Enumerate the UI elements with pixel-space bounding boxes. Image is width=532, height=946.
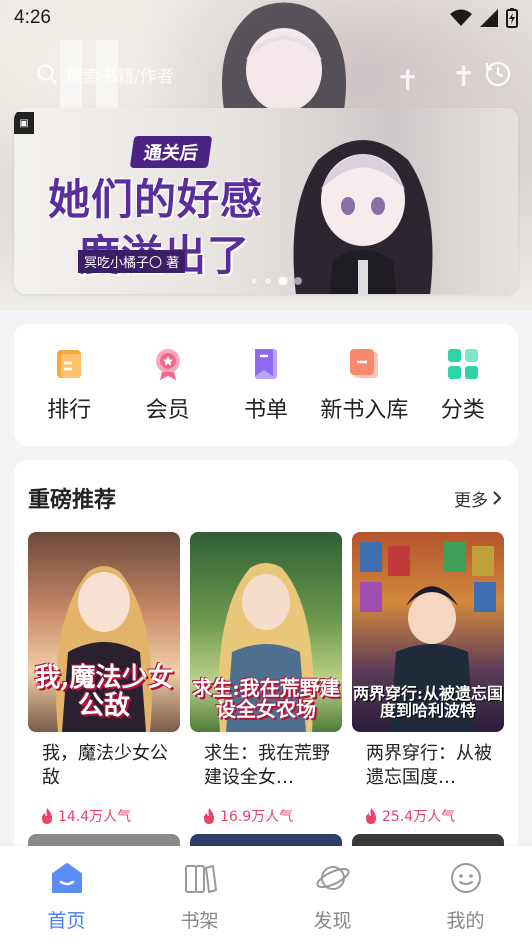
nav-label: 我的 [446,910,485,932]
chevron-right-icon [493,491,502,505]
more-link[interactable]: 更多 [454,486,504,511]
search-icon [37,64,58,85]
popularity-value: 14.4万人气 [58,809,132,825]
fire-icon [42,808,52,824]
quick-item-vip[interactable]: 会员 [123,346,213,424]
book-cover-title: 我,魔法少女公敌 [34,663,174,721]
battery-icon [506,8,518,28]
search-input[interactable]: 搜索书籍/作者 [26,62,174,87]
category-icon [447,349,478,379]
history-button[interactable] [480,56,516,92]
book-cover-title: 求生:我在荒野建设全女农场 [192,676,340,721]
book-cover: 我,魔法少女公敌 [28,532,180,732]
booklist-icon [254,349,277,379]
fire-icon [204,808,214,824]
profile-icon [450,863,481,893]
book-popularity: 14.4万人气 [28,806,180,826]
section-title: 重磅推荐 [28,488,117,513]
cellular-signal-icon [480,9,498,27]
nav-label: 首页 [47,910,86,932]
banner-character-illustration [293,140,433,294]
quick-menu: 排行 会员 书单 新书入库 分类 [14,324,518,446]
nav-discover[interactable]: 发现 [283,860,383,933]
quick-label: 分类 [440,398,485,423]
wifi-icon [450,9,472,26]
search-row: 搜索书籍/作者 [26,56,516,92]
popularity-value: 25.4万人气 [382,809,456,825]
nav-label: 发现 [313,910,352,932]
book-card[interactable]: 我,魔法少女公敌 我，魔法少女公敌 14.4万人气 [28,532,180,826]
book-cover: 求生:我在荒野建设全女农场 [190,532,342,732]
quick-label: 书单 [243,398,288,423]
quick-label: 新书入库 [320,398,409,423]
book-popularity: 16.9万人气 [190,806,342,826]
book-card[interactable]: 求生:我在荒野建设全女农场 求生：我在荒野建设全女… 16.9万人气 [190,532,342,826]
vip-icon [155,349,180,380]
bookshelf-icon [184,865,217,893]
fire-icon [366,808,376,824]
quick-item-new-books[interactable]: 新书入库 [319,346,409,424]
pagination-dot[interactable] [250,277,258,285]
pagination-dot[interactable] [294,277,302,285]
discover-icon [315,866,350,890]
banner-title-line1: 她们的好感 [48,175,264,224]
recommend-section: 重磅推荐 更多 我,魔法少女公敌 我，魔法少女公敌 14.4万人气 求生:我在荒… [14,460,518,880]
ranking-icon [57,350,82,378]
banner-author: 冥吃小橘子〇 著 [78,250,186,273]
nav-bookshelf[interactable]: 书架 [150,860,250,933]
book-title: 我，魔法少女公敌 [42,743,168,789]
book-cover: 两界穿行:从被遗忘国度到哈利波特 [352,532,504,732]
popularity-value: 16.9万人气 [220,809,294,825]
home-icon [51,863,82,893]
banner-pagination [250,276,302,286]
banner-badge: 通关后 [129,136,213,168]
quick-label: 排行 [47,398,92,423]
more-label: 更多 [454,490,488,511]
publisher-logo: ▣ [14,112,34,134]
nav-home[interactable]: 首页 [17,860,117,933]
bottom-navigation: 首页 书架 发现 我的 [0,846,532,946]
quick-item-category[interactable]: 分类 [418,346,508,424]
book-cover-title: 两界穿行:从被遗忘国度到哈利波特 [353,684,503,721]
quick-item-booklist[interactable]: 书单 [221,346,311,424]
search-placeholder: 搜索书籍/作者 [66,66,174,87]
quick-item-ranking[interactable]: 排行 [24,346,114,424]
book-card[interactable]: 两界穿行:从被遗忘国度到哈利波特 两界穿行：从被遗忘国度… 25.4万人气 [352,532,504,826]
status-bar: 4:26 [0,0,532,36]
nav-label: 书架 [180,910,219,932]
book-title: 求生：我在荒野建设全女… [204,743,330,789]
pagination-dot-active[interactable] [278,276,288,286]
history-clock-icon [485,61,511,87]
book-title: 两界穿行：从被遗忘国度… [366,743,492,789]
pagination-dot[interactable] [264,277,272,285]
promo-banner[interactable]: ▣ 通关后 她们的好感 度溢出了 冥吃小橘子〇 著 [14,108,518,294]
quick-label: 会员 [145,398,190,423]
book-popularity: 25.4万人气 [352,806,504,826]
status-time: 4:26 [14,7,51,28]
new-book-icon [350,349,379,378]
nav-profile[interactable]: 我的 [416,860,516,933]
